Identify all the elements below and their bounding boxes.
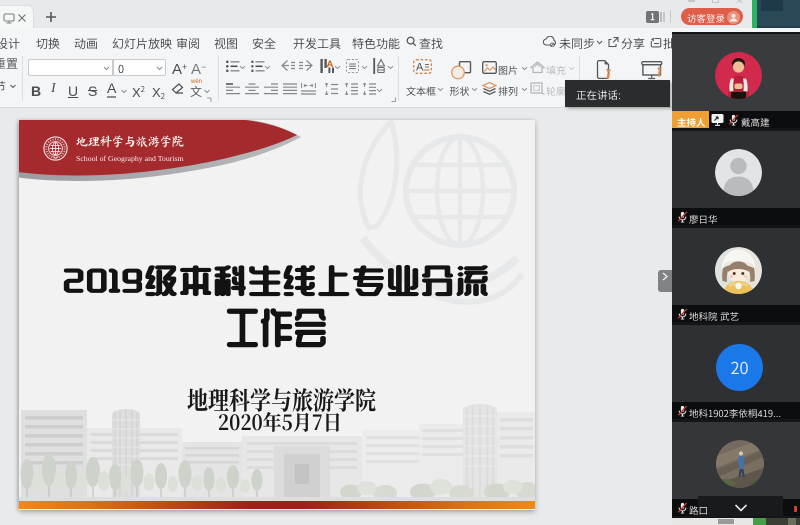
svg-text:A: A — [416, 62, 424, 74]
svg-text:A: A — [327, 59, 334, 70]
